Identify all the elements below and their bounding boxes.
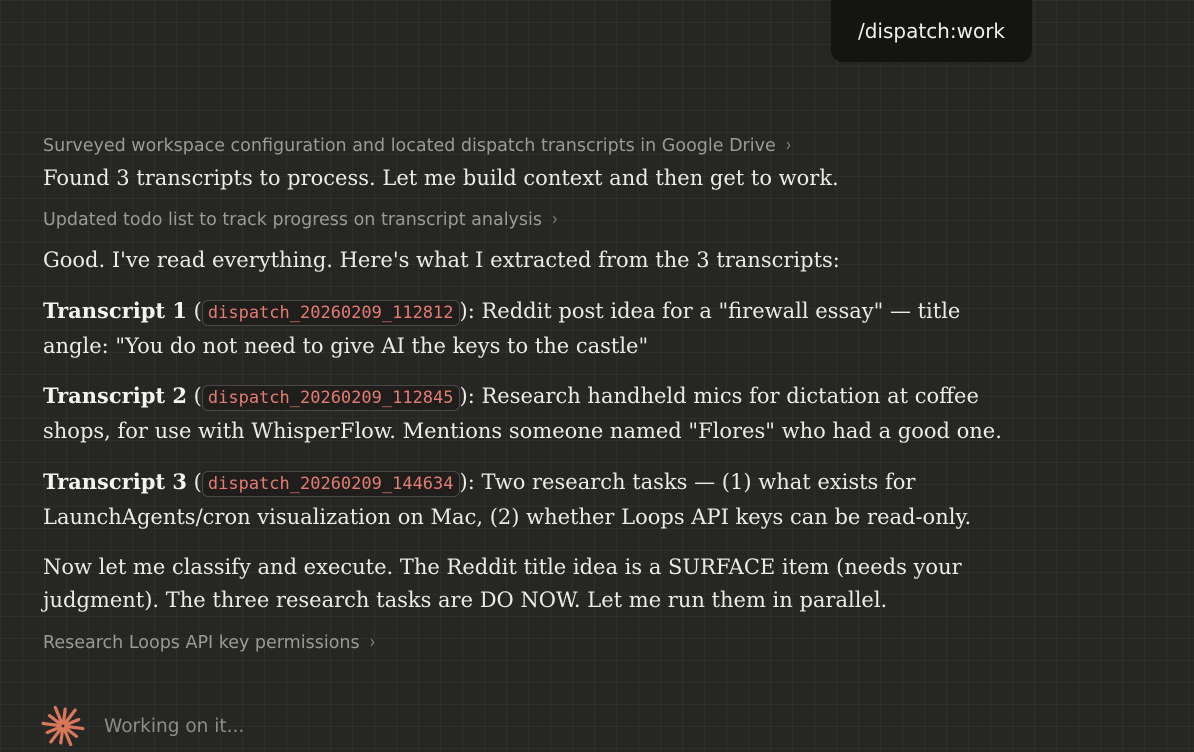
working-status: Working on it... [40,703,244,749]
transcript-id-code: dispatch_20260209_112845 [201,385,460,411]
sparkle-icon [41,705,85,747]
user-message-bubble: /dispatch:work [831,0,1032,62]
paren-open: ( [187,299,202,323]
transcript-2-paragraph: Transcript 2 (dispatch_20260209_112845):… [43,379,1003,448]
chevron-right-icon: › [785,135,792,157]
transcript-label: Transcript 2 [43,383,187,408]
transcript-label: Transcript 3 [43,469,187,494]
message-classify: Now let me classify and execute. The Red… [43,555,962,612]
paren-close: ): [459,384,482,408]
transcript-id-code: dispatch_20260209_112812 [201,300,460,326]
transcript-3-paragraph: Transcript 3 (dispatch_20260209_144634):… [43,465,1003,534]
paren-close: ): [459,299,482,323]
tool-step-label: Research Loops API key permissions [43,633,360,653]
tool-step-todo[interactable]: Updated todo list to track progress on t… [43,206,1003,234]
chevron-right-icon: › [369,632,376,654]
paren-open: ( [187,384,202,408]
tool-step-research[interactable]: Research Loops API key permissions › [43,629,1003,657]
transcript-label: Transcript 1 [43,298,187,323]
assistant-thread: Surveyed workspace configuration and loc… [43,128,1003,657]
paren-close: ): [459,470,482,494]
paren-open: ( [187,470,202,494]
tool-step-label: Updated todo list to track progress on t… [43,210,543,230]
transcript-1-paragraph: Transcript 1 (dispatch_20260209_112812):… [43,294,1003,363]
message-good: Good. I've read everything. Here's what … [43,248,840,272]
message-found: Found 3 transcripts to process. Let me b… [43,166,839,190]
transcript-id-code: dispatch_20260209_144634 [201,471,460,497]
working-status-text: Working on it... [104,715,245,737]
user-message-text: /dispatch:work [857,19,1005,43]
tool-step-label: Surveyed workspace configuration and loc… [43,136,776,156]
chevron-right-icon: › [552,209,558,231]
tool-step-survey[interactable]: Surveyed workspace configuration and loc… [43,132,1003,160]
